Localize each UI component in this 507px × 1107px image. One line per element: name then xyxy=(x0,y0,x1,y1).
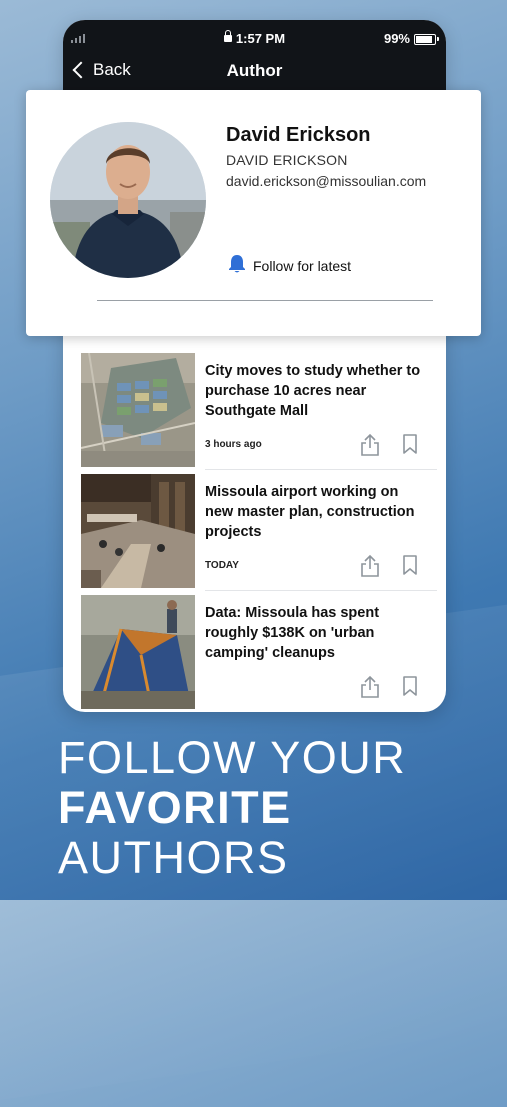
author-card: David Erickson DAVID ERICKSON david.eric… xyxy=(26,90,481,336)
article-item[interactable]: Missoula airport working on new master p… xyxy=(81,474,437,591)
author-name-caps: DAVID ERICKSON xyxy=(226,152,348,168)
divider xyxy=(205,590,437,591)
article-item[interactable]: City moves to study whether to purchase … xyxy=(81,353,437,470)
bookmark-icon[interactable] xyxy=(401,675,419,702)
article-time: TODAY xyxy=(205,560,239,571)
article-title[interactable]: Missoula airport working on new master p… xyxy=(205,482,430,542)
status-time: 1:57 PM xyxy=(235,31,286,46)
article-thumbnail xyxy=(81,353,195,467)
article-title[interactable]: Data: Missoula has spent roughly $138K o… xyxy=(205,603,430,663)
author-email[interactable]: david.erickson@missoulian.com xyxy=(226,173,426,189)
share-icon[interactable] xyxy=(359,675,381,704)
article-time: 3 hours ago xyxy=(205,439,262,450)
lock-icon xyxy=(223,30,232,42)
share-icon[interactable] xyxy=(359,554,381,583)
article-title[interactable]: City moves to study whether to purchase … xyxy=(205,361,430,421)
page-title: Author xyxy=(226,61,283,80)
promo-line-3: AUTHORS xyxy=(58,832,289,883)
avatar xyxy=(50,122,206,278)
promo-headline: FOLLOW YOUR FAVORITE AUTHORS xyxy=(58,733,406,883)
follow-label: Follow for latest xyxy=(253,257,352,274)
bookmark-icon[interactable] xyxy=(401,554,419,581)
share-icon[interactable] xyxy=(359,433,381,462)
divider xyxy=(205,469,437,470)
card-divider xyxy=(97,300,433,301)
battery-icon xyxy=(414,34,439,45)
bell-icon xyxy=(228,254,246,277)
battery-percent: 99% xyxy=(383,31,410,46)
promo-line-2: FAVORITE xyxy=(58,782,292,833)
article-thumbnail xyxy=(81,474,195,588)
bookmark-icon[interactable] xyxy=(401,433,419,460)
follow-button[interactable]: Follow for latest xyxy=(228,254,351,277)
article-thumbnail xyxy=(81,595,195,709)
status-bar: 1:57 PM 99% xyxy=(63,28,446,48)
author-name: David Erickson xyxy=(226,124,371,146)
promo-line-1: FOLLOW YOUR xyxy=(58,732,407,783)
article-item[interactable]: Data: Missoula has spent roughly $138K o… xyxy=(81,595,437,711)
nav-bar: Back Author xyxy=(63,58,446,88)
